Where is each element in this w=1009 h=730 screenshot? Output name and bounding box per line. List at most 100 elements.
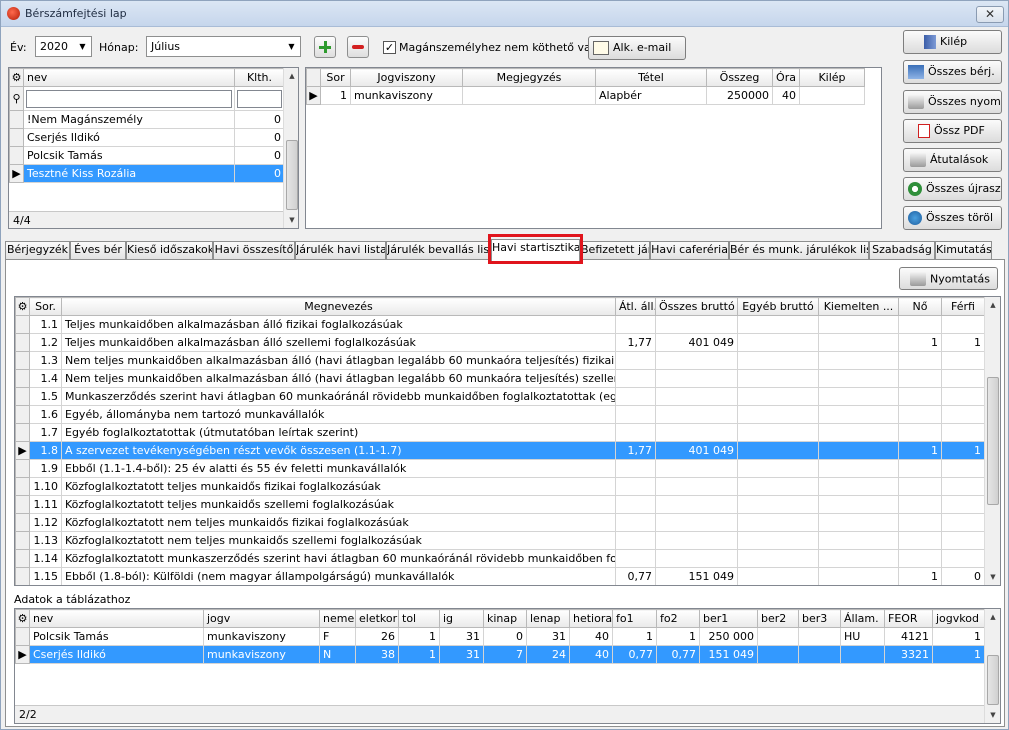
stats-col-total-gross[interactable]: Összes bruttó xyxy=(655,297,738,316)
details-col-header[interactable]: lenap xyxy=(526,609,570,628)
tab-holiday[interactable]: Szabadság xyxy=(869,241,935,259)
scroll-down-icon[interactable]: ▼ xyxy=(284,212,298,228)
tab-payslip[interactable]: Bérjegyzék xyxy=(5,241,70,259)
stats-row[interactable]: ▶ 1.8 A szervezet tevékenységében részt ve… xyxy=(15,441,985,460)
grid-settings-icon[interactable]: ⚙ xyxy=(15,609,30,628)
stats-row[interactable]: 1.13 Közfoglalkoztatott nem teljes munkai… xyxy=(15,531,985,550)
stats-row[interactable]: 1.12 Közfoglalkoztatott nem teljes munkai… xyxy=(15,513,985,532)
count-filter-input[interactable] xyxy=(237,89,282,108)
stats-row[interactable]: 1.5 Munkaszerződés szerint havi átlagban … xyxy=(15,387,985,406)
details-col-header[interactable]: fo1 xyxy=(612,609,657,628)
add-button[interactable] xyxy=(314,36,336,58)
people-row-selected[interactable]: ▶ Tesztné Kiss Rozália 0 xyxy=(9,164,285,183)
details-cell xyxy=(757,627,799,646)
all-payslips-button[interactable]: Összes bérj. xyxy=(903,60,1002,84)
tab-wage-contribution-list[interactable]: Bér és munk. járulékok lista xyxy=(729,241,869,259)
details-scrollbar[interactable]: ▲ ▼ xyxy=(984,609,1000,723)
tab-contribution-list[interactable]: Járulék havi lista xyxy=(295,241,386,259)
details-col-header[interactable]: tol xyxy=(398,609,440,628)
close-button[interactable]: ✕ xyxy=(976,6,1004,23)
stats-row[interactable]: 1.14 Közfoglalkoztatott munkaszerződés sz… xyxy=(15,549,985,568)
scroll-up-icon[interactable]: ▲ xyxy=(284,68,298,84)
stats-row[interactable]: 1.15 Ebből (1.8-ból): Külföldi (nem magya… xyxy=(15,567,985,585)
stats-col-row[interactable]: Sor. xyxy=(29,297,62,316)
grid-settings-icon[interactable]: ⚙ xyxy=(15,297,30,316)
tab-monthly-summary[interactable]: Havi összesítő xyxy=(213,241,295,259)
month-select[interactable]: Július ▼ xyxy=(146,36,301,57)
stats-col-other-gross[interactable]: Egyéb bruttó xyxy=(737,297,819,316)
details-col-header[interactable]: FEOR xyxy=(884,609,933,628)
jobs-col-item[interactable]: Tétel xyxy=(595,68,707,87)
stats-row[interactable]: 1.11 Közfoglalkoztatott teljes munkaidős … xyxy=(15,495,985,514)
print-all-button[interactable]: Összes nyom. xyxy=(903,90,1002,114)
details-col-header[interactable]: Állam. xyxy=(840,609,885,628)
jobs-col-hours[interactable]: Óra xyxy=(772,68,800,87)
stats-row[interactable]: 1.9 Ebből (1.1-1.4-ből): 25 év alatti és … xyxy=(15,459,985,478)
stats-scrollbar[interactable]: ▲ ▼ xyxy=(984,297,1000,585)
stats-row[interactable]: 1.4 Nem teljes munkaidőben alkalmazásban … xyxy=(15,369,985,388)
private-person-checkbox[interactable]: ✓ xyxy=(383,41,396,54)
details-row[interactable]: ▶ Cserjés Ildikó munkaviszony N 38 1 31 7 24 40 0,… xyxy=(15,645,985,664)
tab-cafeteria[interactable]: Havi caferéria xyxy=(650,241,729,259)
stats-row[interactable]: 1.2 Teljes munkaidőben alkalmazásban álló… xyxy=(15,333,985,352)
transfers-button[interactable]: Átutalások xyxy=(903,148,1002,172)
jobs-col-relation[interactable]: Jogviszony xyxy=(350,68,463,87)
jobs-col-amount[interactable]: Összeg xyxy=(706,68,773,87)
stats-col-avg[interactable]: Átl. áll... xyxy=(615,297,656,316)
people-row[interactable]: !Nem Magánszemély 0 xyxy=(9,110,285,129)
people-col-count[interactable]: Klth. xyxy=(234,68,285,87)
scroll-thumb[interactable] xyxy=(987,377,999,505)
stats-col-name[interactable]: Megnevezés xyxy=(61,297,616,316)
email-button[interactable]: Alk. e-mail xyxy=(588,36,686,60)
details-col-header[interactable]: ber2 xyxy=(757,609,799,628)
details-col-header[interactable]: ber3 xyxy=(798,609,841,628)
stats-row[interactable]: 1.3 Nem teljes munkaidőben alkalmazásban … xyxy=(15,351,985,370)
details-col-header[interactable]: fo2 xyxy=(656,609,700,628)
tab-annual-wage[interactable]: Éves bér xyxy=(70,241,126,259)
remove-button[interactable] xyxy=(347,36,369,58)
scroll-thumb[interactable] xyxy=(286,140,298,210)
renumber-all-button[interactable]: Összes újraszá. xyxy=(903,177,1002,201)
tab-paid-contributions[interactable]: Befizetett jár. xyxy=(580,241,650,259)
people-row[interactable]: Polcsik Tamás 0 xyxy=(9,146,285,165)
details-col-header[interactable]: nev xyxy=(29,609,204,628)
stats-row[interactable]: 1.10 Közfoglalkoztatott teljes munkaidős … xyxy=(15,477,985,496)
details-row[interactable]: Polcsik Tamás munkaviszony F 26 1 31 0 31 40 1 1 25… xyxy=(15,627,985,646)
stats-row[interactable]: 1.7 Egyéb foglalkoztatottak (útmutatóban … xyxy=(15,423,985,442)
details-col-header[interactable]: ig xyxy=(439,609,484,628)
jobs-col-exit[interactable]: Kilép xyxy=(799,68,865,87)
scroll-down-icon[interactable]: ▼ xyxy=(985,707,1000,723)
name-filter-input[interactable] xyxy=(26,89,232,108)
details-col-header[interactable]: jogv xyxy=(203,609,320,628)
scroll-thumb[interactable] xyxy=(987,655,999,705)
exit-button[interactable]: Kilép xyxy=(903,30,1002,54)
people-row[interactable]: Cserjés Ildikó 0 xyxy=(9,128,285,147)
tab-lost-periods[interactable]: Kieső időszakok xyxy=(126,241,213,259)
scroll-down-icon[interactable]: ▼ xyxy=(985,569,1000,585)
year-select[interactable]: 2020 ▼ xyxy=(35,36,92,57)
details-col-header[interactable]: ber1 xyxy=(699,609,758,628)
tab-report[interactable]: Kimutatás xyxy=(935,241,992,259)
people-col-name[interactable]: nev xyxy=(23,68,235,87)
stats-col-female[interactable]: Nő xyxy=(898,297,942,316)
all-pdf-button[interactable]: Össz PDF xyxy=(903,119,1002,143)
details-col-header[interactable]: kinap xyxy=(483,609,527,628)
people-scrollbar[interactable]: ▲ ▼ xyxy=(283,68,298,228)
print-button[interactable]: Nyomtatás xyxy=(899,267,998,290)
details-col-header[interactable]: neme xyxy=(319,609,356,628)
details-col-header[interactable]: jogvkod xyxy=(932,609,985,628)
delete-all-button[interactable]: Összes töröl xyxy=(903,206,1002,230)
stats-col-highlighted[interactable]: Kiemelten ... xyxy=(818,297,899,316)
jobs-col-row[interactable]: Sor xyxy=(320,68,351,87)
tab-contribution-return[interactable]: Járulék bevallás lista xyxy=(386,241,489,259)
stats-row[interactable]: 1.6 Egyéb, állományba nem tartozó munkavá… xyxy=(15,405,985,424)
details-col-header[interactable]: eletkor xyxy=(355,609,399,628)
stats-row[interactable]: 1.1 Teljes munkaidőben alkalmazásban álló… xyxy=(15,315,985,334)
stats-col-male[interactable]: Férfi xyxy=(941,297,985,316)
details-col-header[interactable]: hetiora xyxy=(569,609,613,628)
jobs-col-note[interactable]: Megjegyzés xyxy=(462,68,596,87)
jobs-row[interactable]: ▶ 1 munkaviszony Alapbér 250000 40 xyxy=(306,86,865,105)
scroll-up-icon[interactable]: ▲ xyxy=(985,609,1000,625)
grid-settings-icon[interactable]: ⚙ xyxy=(9,68,24,87)
scroll-up-icon[interactable]: ▲ xyxy=(985,297,1000,313)
